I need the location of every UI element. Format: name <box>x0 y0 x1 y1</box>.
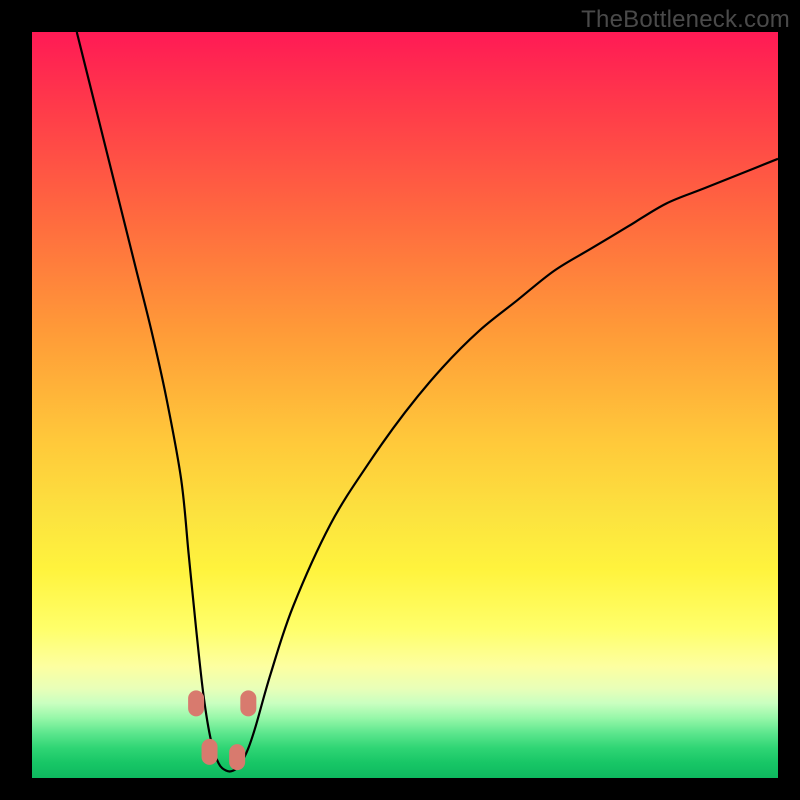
curve-markers <box>188 690 256 770</box>
chart-frame: TheBottleneck.com <box>0 0 800 800</box>
data-marker <box>188 690 204 716</box>
curve-svg <box>32 32 778 778</box>
watermark-text: TheBottleneck.com <box>581 6 790 34</box>
bottleneck-curve <box>77 32 778 771</box>
data-marker <box>202 739 218 765</box>
plot-area <box>32 32 778 778</box>
data-marker <box>240 690 256 716</box>
data-marker <box>229 744 245 770</box>
